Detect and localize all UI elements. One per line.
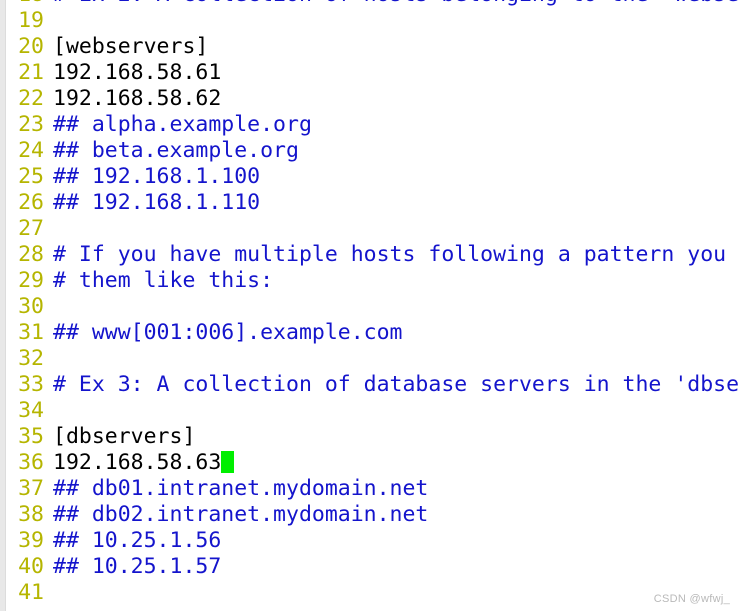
code-comment-text: ## db01.intranet.mydomain.net	[53, 476, 429, 501]
code-comment-text: # them like this:	[53, 268, 274, 293]
line-number: 29	[18, 268, 44, 293]
line-number: 20	[18, 34, 44, 59]
line-number: 32	[18, 346, 44, 371]
watermark: CSDN @wfwj_	[653, 593, 730, 605]
code-line[interactable]: 18# Ex 2: A collection of hosts belongin…	[0, 0, 740, 8]
line-number: 24	[18, 138, 44, 163]
line-number: 26	[18, 190, 44, 215]
line-number: 38	[18, 502, 44, 527]
line-number: 35	[18, 424, 44, 449]
code-line[interactable]: 33 # Ex 3: A collection of database serve…	[0, 372, 740, 398]
code-line[interactable]: 35 [dbservers]	[0, 424, 740, 450]
line-number: 36	[18, 450, 44, 475]
code-text: 192.168.58.62	[53, 86, 222, 111]
code-line[interactable]: 20 [webservers]	[0, 34, 740, 60]
code-line[interactable]: 37 ## db01.intranet.mydomain.net	[0, 476, 740, 502]
code-comment-text: ## 10.25.1.56	[53, 528, 222, 553]
code-comment-text: # If you have multiple hosts following a…	[53, 242, 727, 267]
code-line[interactable]: 23 ## alpha.example.org	[0, 112, 740, 138]
code-line[interactable]: 19	[0, 8, 740, 34]
code-line[interactable]: 26 ## 192.168.1.110	[0, 190, 740, 216]
line-number: 22	[18, 86, 44, 111]
code-comment-text: ## www[001:006].example.com	[53, 320, 403, 345]
line-number: 41	[18, 580, 44, 605]
code-line[interactable]: 27	[0, 216, 740, 242]
text-editor-buffer[interactable]: 18# Ex 2: A collection of hosts belongin…	[0, 0, 740, 611]
code-line[interactable]: 21 192.168.58.61	[0, 60, 740, 86]
line-number: 27	[18, 216, 44, 241]
code-line[interactable]: 39 ## 10.25.1.56	[0, 528, 740, 554]
code-line-list: 18# Ex 2: A collection of hosts belongin…	[0, 0, 740, 606]
code-comment-text: ## db02.intranet.mydomain.net	[53, 502, 429, 527]
code-line[interactable]: 25 ## 192.168.1.100	[0, 164, 740, 190]
code-line[interactable]: 29 # them like this:	[0, 268, 740, 294]
code-line[interactable]: 32	[0, 346, 740, 372]
code-comment-text: ## beta.example.org	[53, 138, 299, 163]
code-comment-text: # Ex 3: A collection of database servers…	[53, 372, 740, 397]
code-line[interactable]: 31 ## www[001:006].example.com	[0, 320, 740, 346]
line-number: 28	[18, 242, 44, 267]
code-text: 192.168.58.61	[53, 60, 222, 85]
code-line[interactable]: 36 192.168.58.63	[0, 450, 740, 476]
code-comment-text: ## alpha.example.org	[53, 112, 312, 137]
code-line[interactable]: 34	[0, 398, 740, 424]
code-line[interactable]: 41	[0, 580, 740, 606]
code-comment-text: ## 10.25.1.57	[53, 554, 222, 579]
code-comment-text: # Ex 2: A collection of hosts belonging …	[53, 0, 739, 7]
line-number: 33	[18, 372, 44, 397]
code-line[interactable]: 28 # If you have multiple hosts following…	[0, 242, 740, 268]
line-number: 31	[18, 320, 44, 345]
line-number: 18	[0, 0, 53, 8]
code-line[interactable]: 24 ## beta.example.org	[0, 138, 740, 164]
code-text: 192.168.58.63	[53, 450, 222, 475]
line-number: 23	[18, 112, 44, 137]
code-text: [dbservers]	[53, 424, 196, 449]
code-comment-text: ## 192.168.1.100	[53, 164, 261, 189]
code-line[interactable]: 38 ## db02.intranet.mydomain.net	[0, 502, 740, 528]
code-line[interactable]: 22 192.168.58.62	[0, 86, 740, 112]
line-number: 25	[18, 164, 44, 189]
line-number: 39	[18, 528, 44, 553]
line-number: 40	[18, 554, 44, 579]
line-number: 30	[18, 294, 44, 319]
line-number: 21	[18, 60, 44, 85]
text-cursor	[221, 451, 235, 473]
code-text: [webservers]	[53, 34, 209, 59]
line-number: 34	[18, 398, 44, 423]
code-line[interactable]: 40 ## 10.25.1.57	[0, 554, 740, 580]
line-number: 37	[18, 476, 44, 501]
code-line[interactable]: 30	[0, 294, 740, 320]
line-number: 19	[18, 8, 44, 33]
code-comment-text: ## 192.168.1.110	[53, 190, 261, 215]
